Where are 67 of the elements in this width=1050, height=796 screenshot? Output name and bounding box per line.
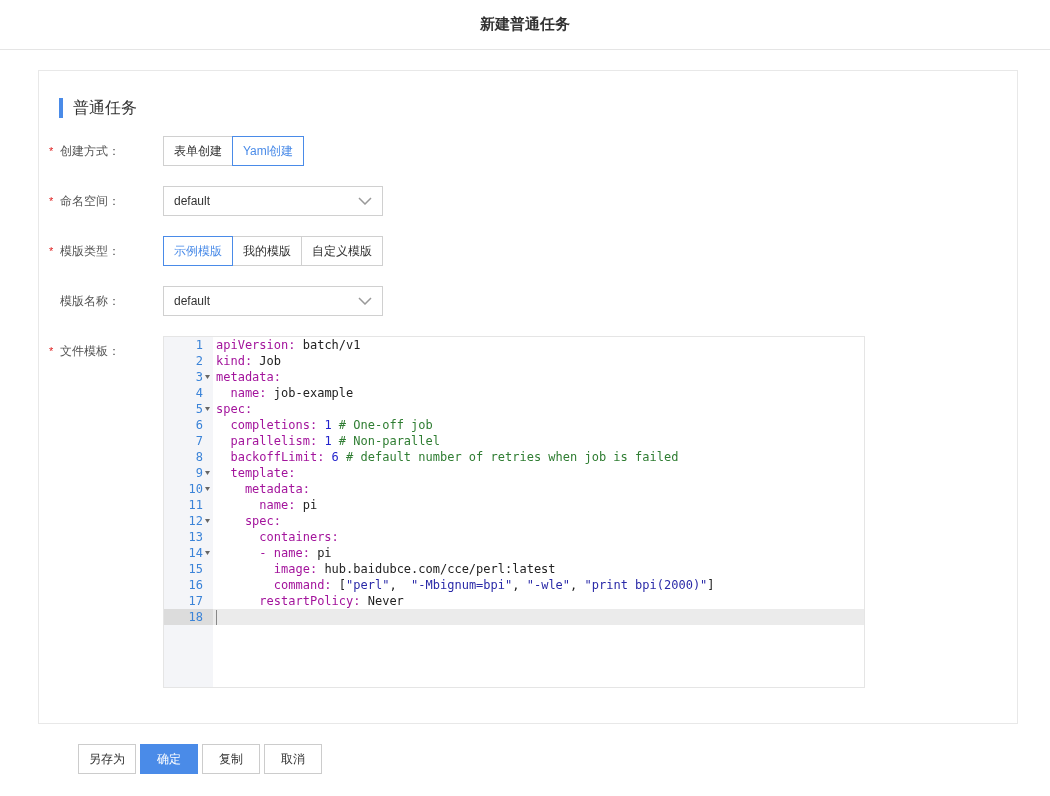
line-number: 6 (195, 417, 203, 433)
text-cursor (216, 610, 217, 625)
line-number: 11 (188, 497, 203, 513)
chevron-down-icon (358, 297, 372, 305)
code-line: name: job-example (229, 385, 355, 401)
field-label: 文件模板： (60, 343, 120, 360)
required-mark: * (49, 343, 55, 359)
required-mark: * (49, 143, 55, 159)
code-line: restartPolicy: Never (258, 593, 405, 609)
fold-caret-icon[interactable] (205, 375, 210, 379)
select-field[interactable]: default (163, 186, 383, 216)
fold-caret-icon[interactable] (205, 407, 210, 411)
action-button[interactable]: 复制 (202, 744, 260, 774)
select-field[interactable]: default (163, 286, 383, 316)
field-label: 创建方式： (60, 143, 120, 160)
line-number: 7 (195, 433, 203, 449)
line-number: 5 (195, 401, 203, 417)
action-button[interactable]: 另存为 (78, 744, 136, 774)
code-line: parallelism: 1 # Non-parallel (229, 433, 441, 449)
segment-tab[interactable]: 我的模版 (232, 236, 302, 266)
line-number: 15 (188, 561, 203, 577)
line-number: 10 (188, 481, 203, 497)
code-line: apiVersion: batch/v1 (215, 337, 362, 353)
code-line: spec: (215, 401, 254, 417)
line-number: 16 (188, 577, 203, 593)
segment-tab[interactable]: 表单创建 (163, 136, 233, 166)
code-line: metadata: (243, 481, 311, 497)
line-number: 9 (195, 465, 203, 481)
code-line: metadata: (215, 369, 283, 385)
line-number: 2 (195, 353, 203, 369)
action-button[interactable]: 取消 (264, 744, 322, 774)
chevron-down-icon (358, 197, 372, 205)
line-number: 4 (195, 385, 203, 401)
field-label: 命名空间： (60, 193, 120, 210)
line-number: 14 (188, 545, 203, 561)
line-number: 18 (188, 609, 203, 625)
field-label: 模版类型： (60, 243, 120, 260)
code-line: spec: (243, 513, 283, 529)
code-line: completions: 1 # One-off job (229, 417, 434, 433)
code-line: - name: pi (258, 545, 333, 561)
line-number: 17 (188, 593, 203, 609)
code-editor[interactable] (163, 336, 865, 688)
section-title: 普通任务 (73, 98, 137, 118)
segment-tab[interactable]: Yaml创建 (232, 136, 305, 166)
code-line: image: hub.baidubce.com/cce/perl:latest (272, 561, 557, 577)
code-line: name: pi (258, 497, 319, 513)
line-number: 1 (195, 337, 203, 353)
fold-caret-icon[interactable] (205, 487, 210, 491)
fold-caret-icon[interactable] (205, 519, 210, 523)
code-line: backoffLimit: 6 # default number of retries when job is failed (229, 449, 680, 465)
code-line: containers: (258, 529, 340, 545)
window-title: 新建普通任务 (480, 14, 570, 35)
code-line: template: (229, 465, 297, 481)
line-number: 3 (195, 369, 203, 385)
line-number: 12 (188, 513, 203, 529)
code-line: kind: Job (215, 353, 283, 369)
required-mark: * (49, 243, 55, 259)
section-accent-bar (59, 98, 63, 118)
line-number: 8 (195, 449, 203, 465)
code-line: command: ["perl", "-Mbignum=bpi", "-wle", "print bpi(2000)"] (272, 577, 716, 593)
required-mark: * (49, 193, 55, 209)
line-number: 13 (188, 529, 203, 545)
segment-tab[interactable]: 自定义模版 (301, 236, 383, 266)
fold-caret-icon[interactable] (205, 551, 210, 555)
fold-caret-icon[interactable] (205, 471, 210, 475)
segment-tab[interactable]: 示例模版 (163, 236, 233, 266)
field-label: 模版名称： (60, 293, 120, 310)
